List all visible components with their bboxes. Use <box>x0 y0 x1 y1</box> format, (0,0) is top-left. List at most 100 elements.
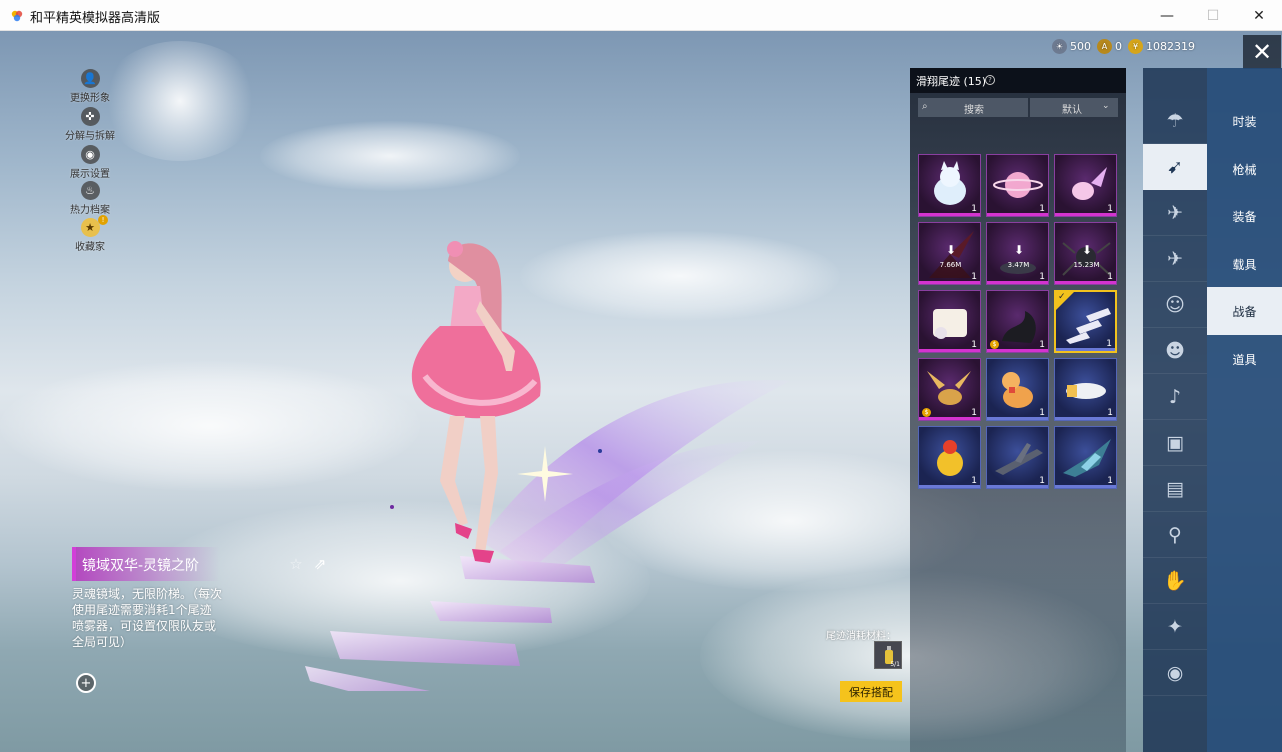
sun-coin-icon: ☀ <box>1052 39 1067 54</box>
plane-icon[interactable]: ✈ <box>1143 236 1207 282</box>
currency-sun: ☀ 500 <box>1052 39 1091 54</box>
companion-icon[interactable]: ☻ <box>1143 328 1207 374</box>
photo-icon[interactable]: ▤ <box>1143 466 1207 512</box>
download-icon: ⬇ <box>945 243 957 257</box>
tool-label: 热力档案 <box>70 205 110 216</box>
close-window-button[interactable]: ✕ <box>1236 0 1282 31</box>
item-cell-jet-trail[interactable]: 1 <box>1054 358 1117 421</box>
item-cell-plane-trail[interactable]: 1 <box>986 426 1049 489</box>
item-cell-crystal-trail[interactable]: 1 <box>1054 154 1117 217</box>
decompose-icon: ✜ <box>80 107 100 126</box>
notification-badge: ! <box>98 215 108 225</box>
collector-icon: ★ <box>80 218 100 237</box>
glider-trail-icon[interactable]: ➹ <box>1143 144 1207 190</box>
item-cell-pegasus-trail[interactable]: $ 1 <box>918 358 981 421</box>
item-count: 1 <box>971 204 977 214</box>
item-cell-dark-blade-trail[interactable]: ⬇ 7.66M 1 <box>918 222 981 285</box>
item-cell-dragon-trail[interactable]: $ 1 <box>986 290 1049 353</box>
tab-fashion[interactable]: 时装 <box>1207 97 1282 145</box>
change-appearance-button[interactable]: 👤 更换形象 <box>60 69 120 104</box>
main-tabs: 时装 枪械 装备 载具 战备 道具 <box>1207 68 1282 752</box>
minimize-button[interactable]: — <box>1144 0 1190 31</box>
tab-items[interactable]: 道具 <box>1207 335 1282 383</box>
item-cell-mecha-trail[interactable]: 1 <box>1054 426 1117 489</box>
currency-gold: ¥ 1082319 <box>1128 39 1195 54</box>
category-column: ☂ ➹ ✈ ✈ ☺ ☻ ♪ ▣ ▤ ⚲ ✋ ✦ ◉ <box>1143 68 1207 752</box>
item-count: 1 <box>971 476 977 486</box>
lock-icon: $ <box>922 408 931 417</box>
crystal-step <box>305 666 430 691</box>
item-count: 1 <box>1107 476 1113 486</box>
voice-icon[interactable]: ♪ <box>1143 374 1207 420</box>
drone-icon[interactable]: ✈ <box>1143 190 1207 236</box>
item-cell-spider-trail[interactable]: ⬇ 15.23M 1 <box>1054 222 1117 285</box>
checkmark-icon: ✓ <box>1058 292 1066 302</box>
tab-weapons[interactable]: 枪械 <box>1207 145 1282 193</box>
gesture-icon[interactable]: ✋ <box>1143 558 1207 604</box>
window-title: 和平精英模拟器高清版 <box>30 11 161 26</box>
currency-value: 500 <box>1070 40 1091 53</box>
heat-archive-button[interactable]: ♨ 热力档案 <box>60 181 120 216</box>
spray-material-slot[interactable]: 5/1 <box>874 641 902 669</box>
item-cell-shark-trail[interactable]: ⬇ 3.47M 1 <box>986 222 1049 285</box>
download-indicator[interactable]: ⬇ <box>1005 243 1033 257</box>
item-cell-bunny-box-trail[interactable]: 1 <box>918 290 981 353</box>
decompose-button[interactable]: ✜ 分解与拆解 <box>60 107 120 142</box>
share-icon[interactable]: ⇗ <box>310 554 330 574</box>
item-count: 1 <box>1107 204 1113 214</box>
item-description: 灵魂镜域，无限阶梯。（每次使用尾迹需要消耗1个尾迹喷雾器，可设置仅限队友或全局可… <box>72 587 223 649</box>
crystal-step <box>430 601 552 623</box>
tab-equipment[interactable]: 装备 <box>1207 192 1282 240</box>
emote-icon[interactable]: ☺ <box>1143 282 1207 328</box>
ufo-icon[interactable]: ◉ <box>1143 650 1207 696</box>
magic-icon[interactable]: ✦ <box>1143 604 1207 650</box>
eye-icon: ◉ <box>80 145 100 164</box>
collector-button[interactable]: ★ ! 收藏家 <box>60 215 120 253</box>
item-cell-chick-trail[interactable]: 1 <box>918 426 981 489</box>
window-titlebar: 和平精英模拟器高清版 — ☐ ✕ <box>0 0 1282 31</box>
item-cell-toy-horse-trail[interactable]: 1 <box>986 358 1049 421</box>
download-indicator[interactable]: ⬇ <box>1073 243 1101 257</box>
spray-icon[interactable]: ⚲ <box>1143 512 1207 558</box>
flame-icon: ♨ <box>80 181 100 200</box>
items-panel: 滑翔尾迹 (15) ? ⌕ 搜索 默认 ⌄ 1 1 1 ⬇ 7.66M 1 ⬇ … <box>910 68 1126 752</box>
favorite-star-icon[interactable]: ☆ <box>286 554 306 574</box>
item-count: 1 <box>1107 272 1113 282</box>
close-panel-button[interactable]: ✕ <box>1243 35 1281 69</box>
materials-label: 尾迹消耗材料： <box>826 631 896 642</box>
maximize-button[interactable]: ☐ <box>1190 0 1236 31</box>
game-scene: 👤 更换形象 ✜ 分解与拆解 ◉ 展示设置 ♨ 热力档案 ★ ! 收藏家 镜域双… <box>0 31 1282 752</box>
display-settings-button[interactable]: ◉ 展示设置 <box>60 145 120 180</box>
item-count: 1 <box>1107 408 1113 418</box>
tab-vehicles[interactable]: 载具 <box>1207 240 1282 288</box>
material-qty: 5/1 <box>890 661 900 668</box>
sort-dropdown[interactable]: 默认 ⌄ <box>1030 98 1118 117</box>
currency-bar: ☀ 500 A 0 ¥ 1082319 <box>1052 39 1195 54</box>
item-count: 1 <box>1039 272 1045 282</box>
currency-value: 0 <box>1115 40 1122 53</box>
kit-icon[interactable]: ▣ <box>1143 420 1207 466</box>
item-count: 1 <box>971 272 977 282</box>
crystal-step <box>330 631 520 666</box>
ag-coin-icon: A <box>1097 39 1112 54</box>
search-input[interactable]: ⌕ 搜索 <box>918 98 1028 117</box>
tab-battle-gear[interactable]: 战备 <box>1207 287 1282 335</box>
item-cell-cat-trail[interactable]: 1 <box>918 154 981 217</box>
search-placeholder: 搜索 <box>964 105 984 116</box>
hair-bow <box>447 241 463 257</box>
item-cell-mirror-steps-trail[interactable]: ✓ 1 <box>1054 290 1117 353</box>
item-cell-planet-trail[interactable]: 1 <box>986 154 1049 217</box>
item-count: 1 <box>971 408 977 418</box>
download-indicator[interactable]: ⬇ <box>937 243 965 257</box>
item-name: 镜域双华-灵镜之阶 <box>82 558 200 574</box>
download-size: 7.66M <box>939 261 962 269</box>
chevron-down-icon: ⌄ <box>1102 101 1110 111</box>
tool-label: 更换形象 <box>70 93 110 104</box>
currency-value: 1082319 <box>1146 40 1195 53</box>
person-icon: 👤 <box>80 69 100 88</box>
save-outfit-button[interactable]: 保存搭配 <box>840 681 902 702</box>
parachute-icon[interactable]: ☂ <box>1143 98 1207 144</box>
zoom-in-button[interactable]: + <box>76 673 96 693</box>
help-icon[interactable]: ? <box>985 75 995 85</box>
panel-header: 滑翔尾迹 (15) ? <box>910 68 1126 93</box>
